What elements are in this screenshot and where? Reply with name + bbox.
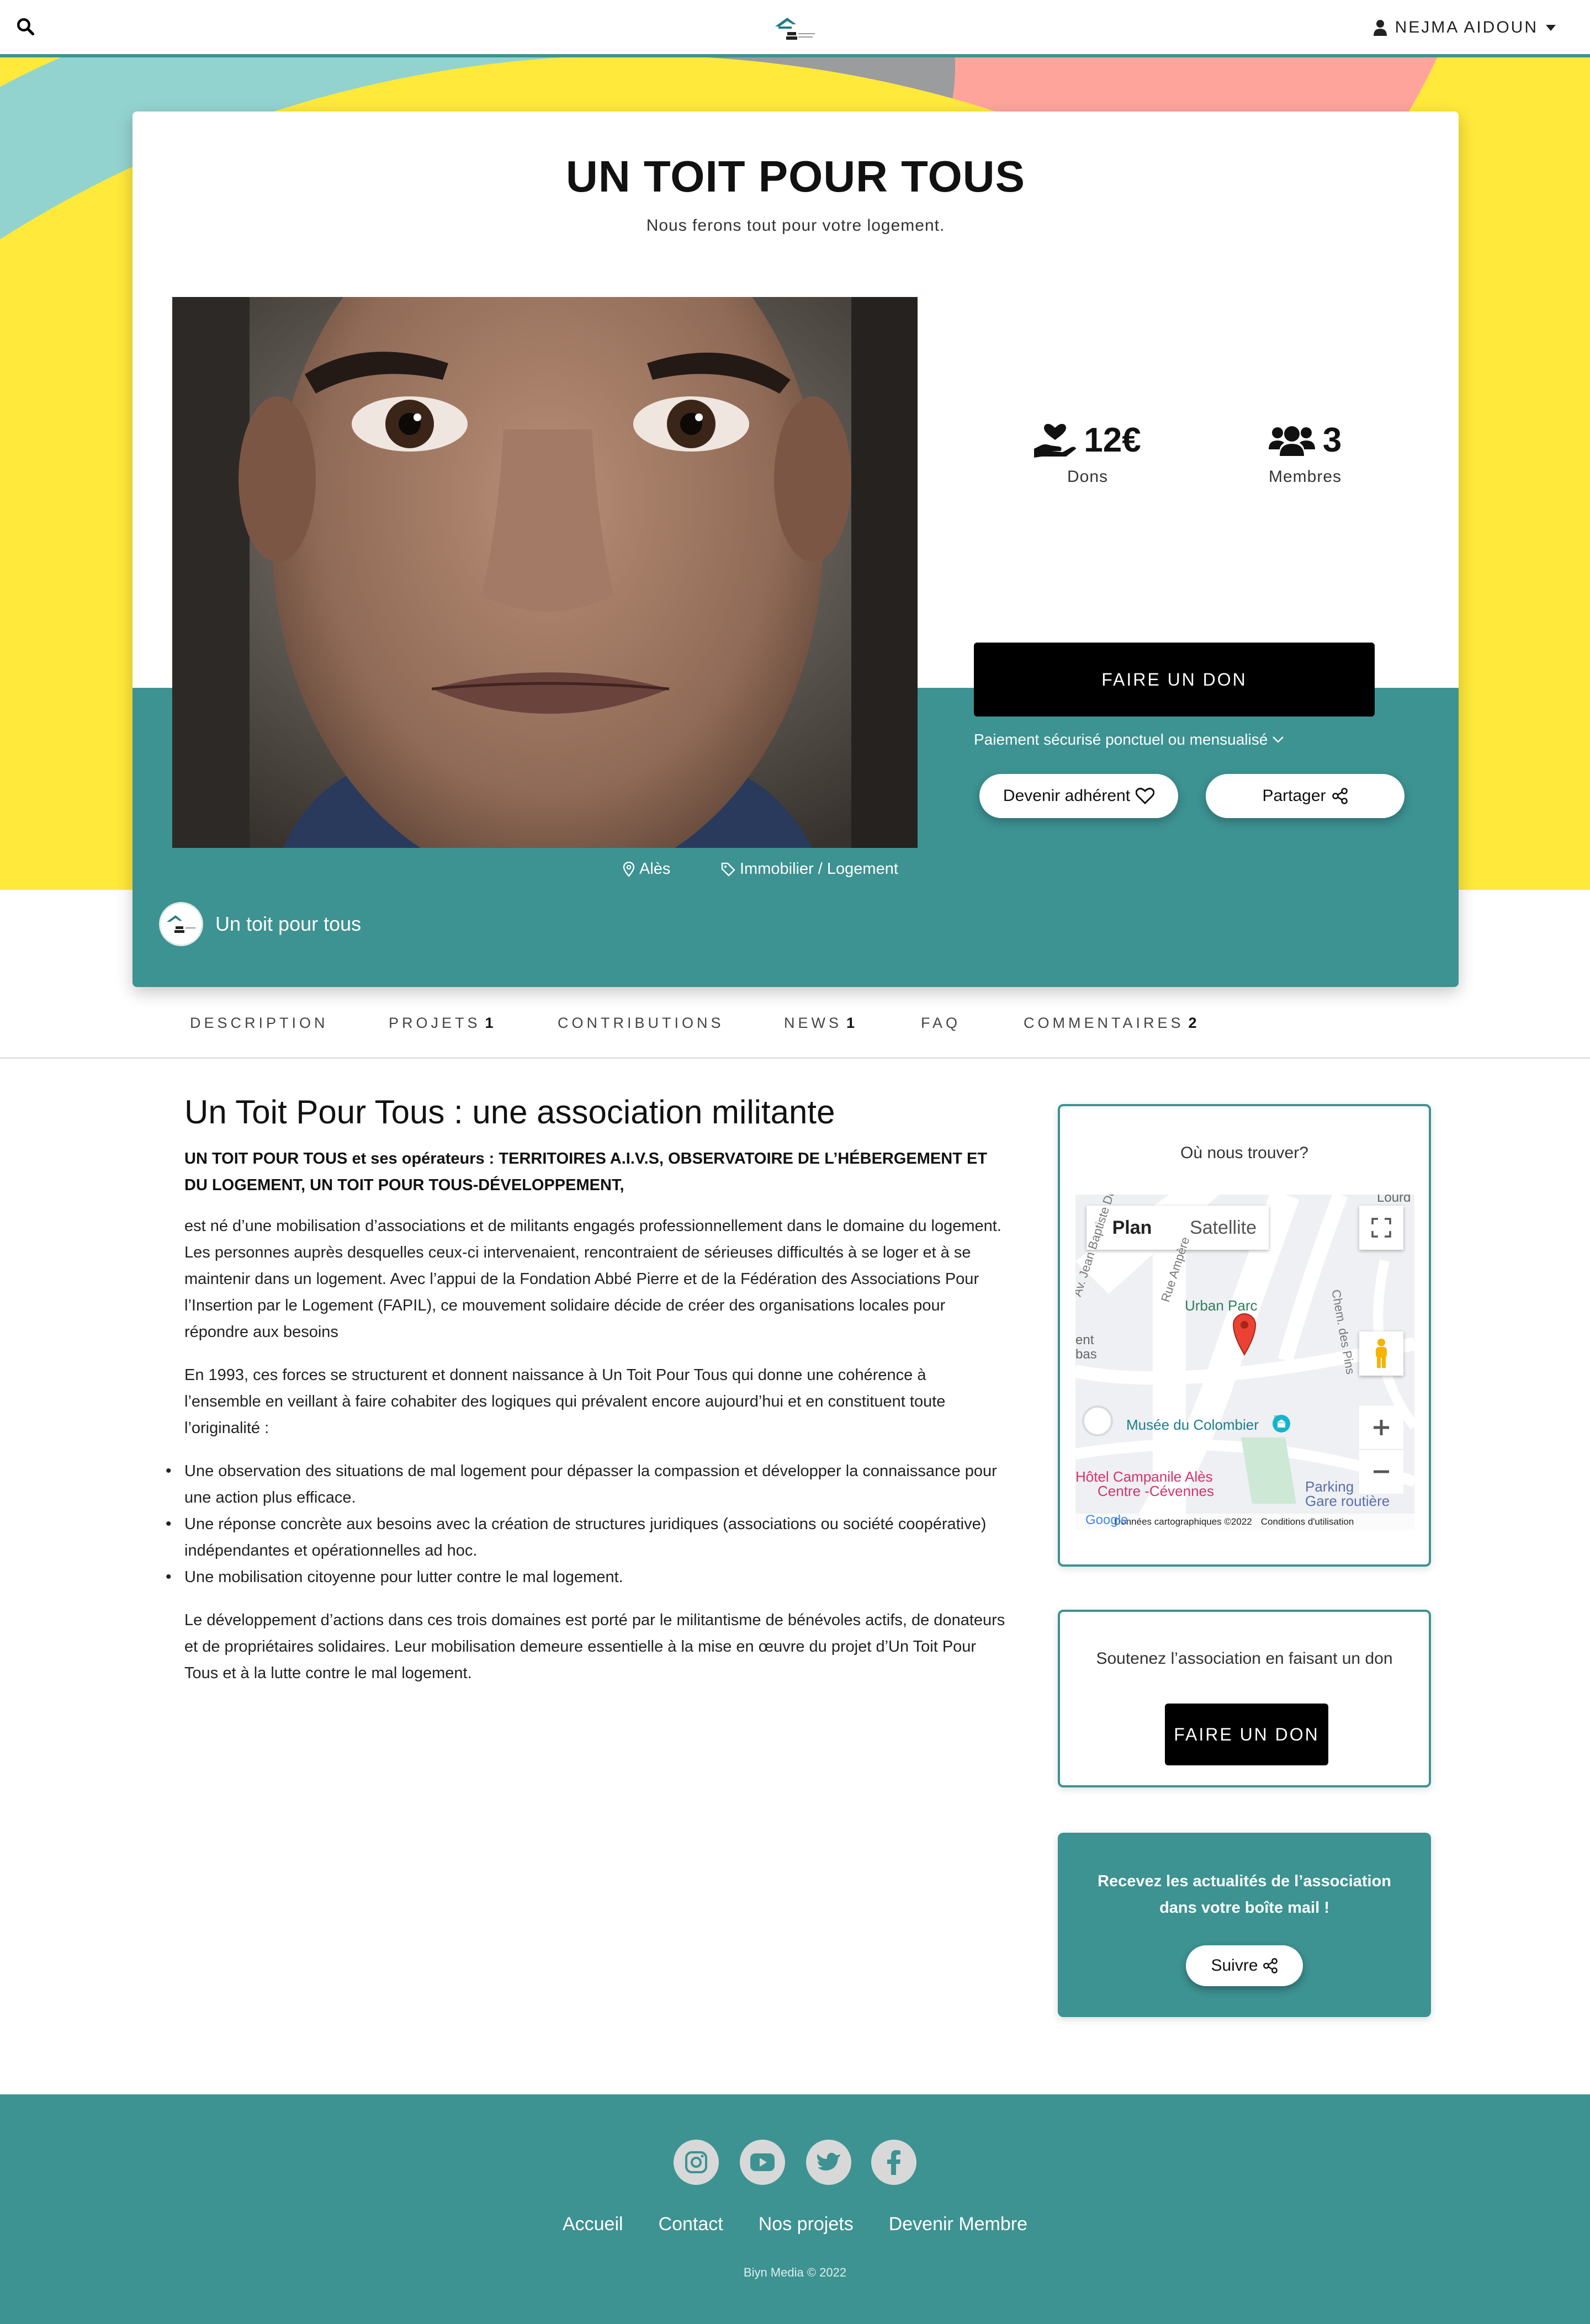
article-lead: UN TOIT POUR TOUS et ses opérateurs : TE… [184, 1150, 988, 1194]
association-card: UN TOIT POUR TOUS Nous ferons tout pour … [132, 112, 1459, 987]
hand-heart-icon [1034, 423, 1077, 458]
association-cover-photo [172, 297, 918, 848]
museum-icon [1273, 1415, 1290, 1432]
search-icon[interactable] [15, 17, 35, 36]
map-label-lourd: Lourd [1377, 1195, 1411, 1205]
map-marker-icon [1232, 1313, 1257, 1356]
map-label-parking: Gare routière [1305, 1493, 1390, 1509]
google-map[interactable]: Plan Satellite Lourd Av. Jean Baptiste D… [1075, 1195, 1414, 1530]
location-box: Où nous trouver? Plan Satellite Lourd Av… [1058, 1104, 1431, 1567]
footer-links: Accueil Contact Nos projets Devenir Memb… [0, 2214, 1590, 2235]
organization-badge[interactable]: Un toit pour tous [159, 902, 361, 946]
share-icon [1263, 1958, 1278, 1973]
list-item: Une mobilisation citoyenne pour lutter c… [166, 1564, 1007, 1590]
map-terms-link[interactable]: Conditions d'utilisation [1261, 1516, 1354, 1527]
fullscreen-button[interactable] [1359, 1206, 1403, 1250]
tag-icon [721, 862, 735, 877]
stat-members: 3 Membres [1222, 421, 1388, 486]
instagram-icon[interactable] [674, 2140, 719, 2185]
footer-link-contact[interactable]: Contact [659, 2214, 723, 2235]
follow-label: Suivre [1211, 1956, 1258, 1975]
secure-payment-dropdown[interactable]: Paiement sécurisé ponctuel ou mensualisé [974, 731, 1284, 749]
user-menu[interactable]: NEJMA AIDOUN [1373, 17, 1556, 39]
members-value: 3 [1322, 421, 1342, 459]
sidebar-donate-button[interactable]: FAIRE UN DON [1165, 1704, 1328, 1765]
site-logo[interactable] [771, 12, 819, 44]
list-item: Une réponse concrète aux besoins avec la… [166, 1511, 1007, 1564]
tab-news[interactable]: NEWS 1 [784, 1015, 858, 1032]
share-button[interactable]: Partager [1206, 774, 1404, 818]
map-label-cut: bas [1075, 1347, 1097, 1362]
twitter-icon[interactable] [806, 2140, 851, 2185]
map-title: Où nous trouver? [1180, 1144, 1308, 1162]
chevron-down-icon [1273, 736, 1284, 743]
heart-icon [1136, 788, 1155, 804]
user-icon [1373, 20, 1387, 36]
tab-projets[interactable]: PROJETS 1 [389, 1015, 497, 1032]
article-paragraph: est né d’une mobilisation d’associations… [184, 1217, 1001, 1341]
footer-link-projets[interactable]: Nos projets [759, 2214, 854, 2235]
newsletter-text: Recevez les actualités de l’association … [1098, 1872, 1391, 1917]
minus-icon [1374, 1470, 1389, 1473]
category-text: Immobilier / Logement [740, 860, 898, 878]
donations-label: Dons [1067, 468, 1109, 486]
join-button[interactable]: Devenir adhérent [979, 774, 1178, 818]
location-text: Alès [639, 860, 671, 878]
members-label: Membres [1268, 468, 1342, 486]
map-label-museum: Musée du Colombier [1126, 1416, 1259, 1433]
donate-button[interactable]: FAIRE UN DON [974, 643, 1375, 717]
content-tabs: DESCRIPTION PROJETS 1 CONTRIBUTIONS NEWS 1… [0, 997, 1590, 1059]
article-heading: Un Toit Pour Tous : une association mili… [184, 1094, 835, 1131]
category-tag[interactable]: Immobilier / Logement [721, 860, 898, 878]
zoom-out-button[interactable] [1359, 1450, 1403, 1494]
join-label: Devenir adhérent [1003, 787, 1131, 805]
users-icon [1268, 426, 1315, 456]
tab-faq[interactable]: FAQ [921, 1015, 965, 1032]
description-article: Un Toit Pour Tous : une association mili… [166, 1093, 1007, 1703]
stat-donations: 12€ Dons [1005, 421, 1170, 486]
org-avatar [159, 902, 203, 946]
association-title: UN TOIT POUR TOUS [566, 152, 1025, 201]
secure-payment-text: Paiement sécurisé ponctuel ou mensualisé [974, 731, 1268, 748]
newsletter-box: Recevez les actualités de l’association … [1058, 1833, 1431, 2017]
chevron-down-icon [1546, 24, 1556, 31]
map-label-cut: ent [1075, 1333, 1094, 1347]
share-label: Partager [1262, 787, 1326, 805]
top-navbar: NEJMA AIDOUN [0, 0, 1590, 57]
map-satellite-button[interactable]: Satellite [1178, 1217, 1269, 1239]
footer-link-accueil[interactable]: Accueil [563, 2214, 623, 2235]
tab-commentaires[interactable]: COMMENTAIRES 2 [1024, 1015, 1200, 1032]
article-paragraph: Le développement d’actions dans ces troi… [184, 1611, 1005, 1682]
google-logo: Google [1085, 1513, 1128, 1527]
donations-value: 12€ [1084, 421, 1141, 459]
association-slogan: Nous ferons tout pour votre logement. [646, 216, 945, 235]
street-view-button[interactable] [1359, 1331, 1403, 1376]
map-label-hotel: Centre -Cévennes [1098, 1483, 1214, 1499]
follow-button[interactable]: Suivre [1186, 1945, 1303, 1986]
map-label-park: Urban Parc [1185, 1297, 1258, 1314]
list-item: Une observation des situations de mal lo… [166, 1458, 1007, 1511]
tab-description[interactable]: DESCRIPTION [190, 1015, 333, 1032]
map-attribution: Google Données cartographiques ©2022 Con… [1075, 1513, 1414, 1530]
fullscreen-icon [1371, 1218, 1391, 1238]
tab-contributions[interactable]: CONTRIBUTIONS [558, 1015, 729, 1032]
footer: Accueil Contact Nos projets Devenir Memb… [0, 2094, 1590, 2324]
donate-box: Soutenez l’association en faisant un don… [1058, 1610, 1431, 1787]
map-pin-icon [623, 861, 635, 877]
share-icon [1332, 788, 1348, 804]
article-list: Une observation des situations de mal lo… [166, 1458, 1007, 1590]
footer-link-membre[interactable]: Devenir Membre [889, 2214, 1027, 2235]
donate-box-text: Soutenez l’association en faisant un don [1096, 1649, 1393, 1668]
youtube-icon[interactable] [740, 2140, 785, 2185]
user-name: NEJMA AIDOUN [1395, 18, 1538, 36]
copyright: Biyn Media © 2022 [743, 2265, 847, 2279]
facebook-icon[interactable] [871, 2140, 916, 2185]
zoom-in-button[interactable] [1359, 1405, 1403, 1450]
plus-icon [1374, 1419, 1389, 1435]
org-name: Un toit pour tous [215, 912, 362, 935]
location-tag[interactable]: Alès [623, 860, 670, 878]
map-data-credit: Données cartographiques ©2022 [1114, 1516, 1252, 1527]
pegman-icon [1376, 1339, 1387, 1368]
article-paragraph: En 1993, ces forces se structurent et do… [184, 1366, 946, 1437]
